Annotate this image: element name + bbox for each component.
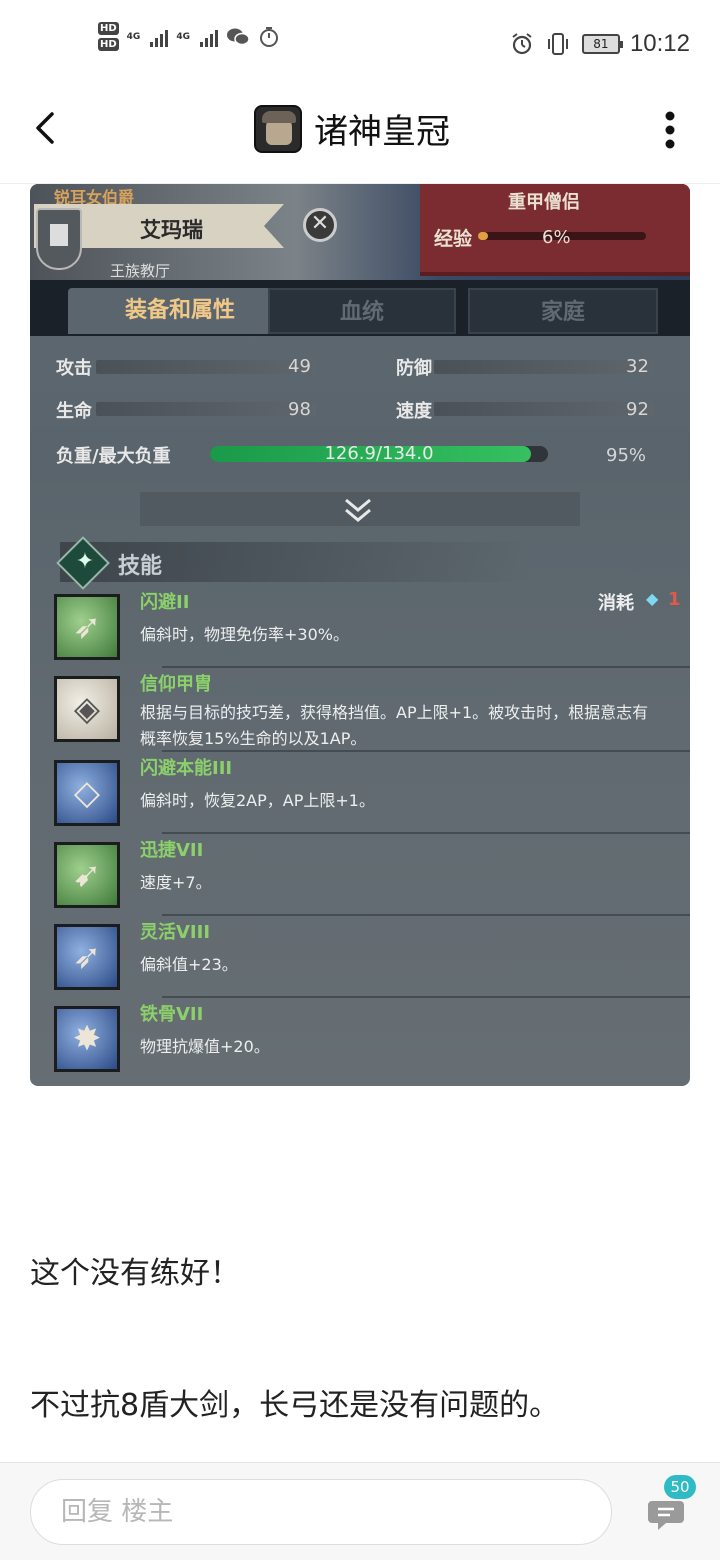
tab-equipment: 装备和属性: [68, 288, 292, 334]
skill-item: ➹ 迅捷VII 速度+7。: [52, 836, 690, 916]
skill-item: ◈ 信仰甲胄 根据与目标的技巧差，获得格挡值。AP上限+1。被攻击时，根据意志有…: [52, 670, 690, 752]
exp-bar-fill: [478, 232, 489, 240]
reply-input[interactable]: 回复 楼主: [30, 1479, 612, 1545]
vibrate-icon: [547, 33, 568, 55]
skill-name: 迅捷VII: [140, 840, 204, 861]
iron-bone-skill-icon: ✸: [54, 1006, 120, 1072]
load-label: 负重/最大负重: [56, 446, 171, 467]
skill-desc: 偏斜值+23。: [140, 955, 238, 974]
swift-skill-icon: ➹: [54, 842, 120, 908]
speed-label: 速度: [396, 401, 432, 422]
dodge-skill-icon: ➶: [54, 594, 120, 660]
hp-label: 生命: [56, 401, 92, 422]
skill-name: 闪避本能III: [140, 758, 233, 779]
game-screenshot[interactable]: 锐耳女伯爵 艾玛瑞 王族教厅 ✕ 重甲僧侣 经验 6% 装备和属性 血统 家庭 …: [30, 184, 690, 1086]
skill-desc: 偏斜时，恢复2AP，AP上限+1。: [140, 791, 375, 810]
comment-icon[interactable]: [646, 1493, 686, 1533]
skill-item: ✸ 铁骨VII 物理抗爆值+20。: [52, 1000, 672, 1080]
hp-bar: [96, 402, 316, 416]
hd-indicators: HD HD: [98, 22, 119, 51]
post-text-line-1: 这个没有练好！: [30, 1256, 240, 1291]
game-app-icon: [254, 104, 302, 153]
reply-bar: 回复 楼主 50: [0, 1462, 720, 1560]
status-right: 81 10:12: [510, 30, 690, 58]
defense-value: 32: [626, 356, 649, 377]
status-left: HD HD 4G 4G: [98, 22, 280, 51]
class-name: 重甲僧侣: [508, 192, 580, 213]
exp-label: 经验: [434, 228, 473, 250]
hd1-badge: HD: [98, 22, 119, 35]
close-icon: ✕: [303, 208, 337, 242]
skill-desc: 根据与目标的技巧差，获得格挡值。AP上限+1。被攻击时，根据意志有概率恢复15%…: [140, 703, 649, 748]
status-bar: HD HD 4G 4G 81 10:12: [0, 0, 720, 90]
exp-percent: 6%: [542, 227, 571, 248]
page-title: 诸神皇冠: [314, 112, 450, 152]
skill-name: 灵活VIII: [140, 922, 211, 943]
skill-desc: 偏斜时，物理免伤率+30%。: [140, 625, 349, 644]
chevron-down-icon: [345, 498, 371, 522]
signal-icon: [150, 27, 169, 47]
signal-icon-2: [199, 27, 218, 47]
skill-name: 闪避II: [140, 592, 190, 613]
tab-family: 家庭: [468, 288, 658, 334]
tab-bar: 装备和属性 血统 家庭: [30, 280, 690, 336]
more-options-icon[interactable]: [664, 110, 676, 150]
back-arrow-icon[interactable]: [26, 108, 66, 148]
attack-label: 攻击: [56, 358, 92, 379]
attack-value: 49: [288, 356, 311, 377]
skill-item: ◇ 闪避本能III 偏斜时，恢复2AP，AP上限+1。: [52, 754, 690, 834]
skills-title: 技能: [118, 554, 163, 579]
dodge-instinct-skill-icon: ◇: [54, 760, 120, 826]
defense-bar: [434, 360, 654, 374]
network-type-1: 4G: [126, 31, 141, 42]
timer-icon: [259, 26, 278, 47]
tab-bloodline: 血统: [268, 288, 456, 334]
speed-bar: [434, 402, 654, 416]
skill-item: ➶ 灵活VIII 偏斜值+23。: [52, 918, 690, 998]
skill-item: ➶ 闪避II 偏斜时，物理免伤率+30%。: [52, 588, 690, 668]
nav-bar: 诸神皇冠: [0, 90, 720, 184]
hp-value: 98: [288, 399, 311, 420]
hd2-badge: HD: [98, 38, 119, 51]
battery-icon: 81: [581, 34, 623, 54]
skill-name: 信仰甲胄: [140, 674, 212, 695]
network-type-2: 4G: [176, 31, 190, 42]
alarm-icon: [512, 33, 532, 55]
post-text-line-2: 不过抗8盾大剑，长弓还是没有问题的。: [30, 1388, 560, 1423]
defense-label: 防御: [396, 358, 432, 379]
agile-skill-icon: ➶: [54, 924, 120, 990]
comment-count-badge: 50: [664, 1475, 696, 1499]
wechat-icon: [226, 28, 250, 45]
faith-armor-skill-icon: ◈: [54, 676, 120, 742]
skill-desc: 物理抗爆值+20。: [140, 1037, 270, 1056]
load-value: 126.9/134.0: [324, 443, 434, 464]
skill-desc: 速度+7。: [140, 873, 212, 892]
load-percent: 95%: [606, 445, 647, 466]
attack-bar: [96, 360, 316, 374]
character-name: 艾玛瑞: [140, 218, 203, 242]
castle-shield-icon: [36, 208, 82, 270]
nav-title-group[interactable]: 诸神皇冠: [254, 104, 450, 153]
clock: 10:12: [629, 30, 690, 57]
skill-name: 铁骨VII: [140, 1004, 204, 1025]
speed-value: 92: [626, 399, 649, 420]
guild-name: 王族教厅: [110, 262, 171, 280]
